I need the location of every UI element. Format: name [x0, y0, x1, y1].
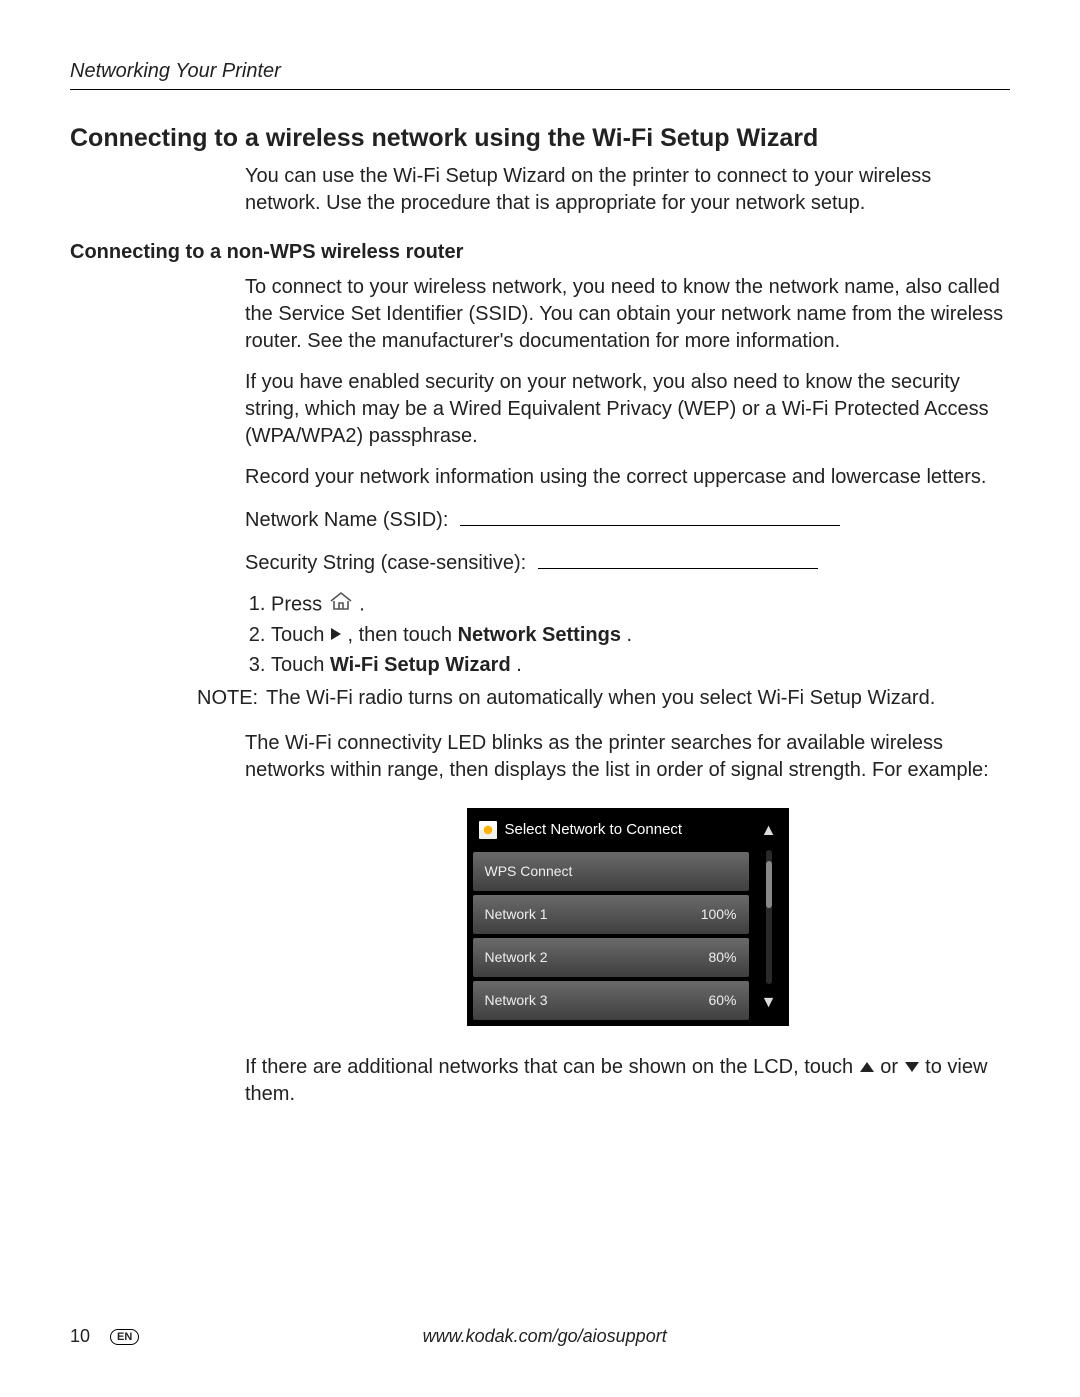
- body-column: You can use the Wi-Fi Setup Wizard on th…: [245, 163, 1010, 217]
- support-url: www.kodak.com/go/aiosupport: [79, 1326, 1010, 1347]
- paragraph: If there are additional networks that ca…: [245, 1054, 1010, 1108]
- intro-paragraph: You can use the Wi-Fi Setup Wizard on th…: [245, 163, 1010, 217]
- lcd-figure: Select Network to Connect WPS Connect Ne…: [245, 808, 1010, 1026]
- step-text: , then touch: [348, 624, 458, 646]
- lcd-row-signal: 60%: [708, 991, 736, 1010]
- lcd-scrollbar: ▲ ▼: [755, 814, 783, 1020]
- note-block: NOTE: The Wi-Fi radio turns on automatic…: [197, 685, 1010, 712]
- step-text: .: [516, 654, 522, 676]
- security-blank-line: [538, 548, 818, 569]
- play-icon: [330, 622, 342, 649]
- scroll-down-icon[interactable]: ▼: [761, 992, 777, 1014]
- lcd-row-network[interactable]: Network 3 60%: [473, 981, 749, 1020]
- lcd-row-name: Network 1: [485, 905, 548, 924]
- lcd-title: Select Network to Connect: [505, 820, 683, 840]
- page-footer: 10 EN www.kodak.com/go/aiosupport: [70, 1326, 1010, 1347]
- lcd-row-signal: 80%: [708, 948, 736, 967]
- section-heading: Connecting to a wireless network using t…: [70, 124, 1010, 153]
- step-bold: Wi-Fi Setup Wizard: [330, 654, 511, 676]
- subsection-heading: Connecting to a non-WPS wireless router: [70, 241, 1010, 264]
- paragraph: To connect to your wireless network, you…: [245, 274, 1010, 355]
- wizard-icon: [479, 821, 497, 839]
- paragraph: If you have enabled security on your net…: [245, 369, 1010, 450]
- security-label: Security String (case-sensitive):: [245, 552, 526, 574]
- lcd-row-signal: 100%: [701, 905, 737, 924]
- step-text: Touch: [271, 624, 330, 646]
- step-1: Press .: [271, 591, 1010, 619]
- lcd-screen: Select Network to Connect WPS Connect Ne…: [467, 808, 789, 1026]
- ssid-field-line: Network Name (SSID):: [245, 505, 1010, 534]
- manual-page: Networking Your Printer Connecting to a …: [0, 0, 1080, 1397]
- lcd-row-network[interactable]: Network 2 80%: [473, 938, 749, 977]
- step-2: Touch , then touch Network Settings .: [271, 622, 1010, 649]
- step-text: .: [627, 624, 633, 646]
- lcd-list: Select Network to Connect WPS Connect Ne…: [473, 814, 749, 1020]
- scroll-track[interactable]: [766, 850, 772, 985]
- text: If there are additional networks that ca…: [245, 1056, 859, 1078]
- step-text: Touch: [271, 654, 330, 676]
- lcd-row-wps[interactable]: WPS Connect: [473, 852, 749, 891]
- ssid-label: Network Name (SSID):: [245, 509, 448, 531]
- lcd-row-network[interactable]: Network 1 100%: [473, 895, 749, 934]
- step-text: Press: [271, 593, 328, 615]
- note-text: The Wi-Fi radio turns on automatically w…: [266, 685, 935, 712]
- paragraph: Record your network information using th…: [245, 464, 1010, 491]
- step-text: .: [359, 593, 365, 615]
- lcd-row-name: Network 2: [485, 948, 548, 967]
- triangle-up-icon: [859, 1054, 875, 1081]
- security-field-line: Security String (case-sensitive):: [245, 548, 1010, 577]
- note-label: NOTE:: [197, 685, 258, 712]
- lcd-row-name: Network 3: [485, 991, 548, 1010]
- steps-list: Press . Touch , then touch Network Setti…: [245, 591, 1010, 679]
- paragraph: The Wi-Fi connectivity LED blinks as the…: [245, 730, 1010, 784]
- home-icon: [328, 591, 354, 619]
- running-head: Networking Your Printer: [70, 60, 1010, 90]
- lcd-header: Select Network to Connect: [473, 814, 749, 848]
- step-bold: Network Settings: [458, 624, 621, 646]
- body-column: To connect to your wireless network, you…: [245, 274, 1010, 1108]
- text: or: [880, 1056, 903, 1078]
- step-3: Touch Wi-Fi Setup Wizard .: [271, 652, 1010, 679]
- lcd-row-name: WPS Connect: [485, 862, 573, 881]
- triangle-down-icon: [904, 1054, 920, 1081]
- scroll-up-icon[interactable]: ▲: [761, 820, 777, 842]
- ssid-blank-line: [460, 505, 840, 526]
